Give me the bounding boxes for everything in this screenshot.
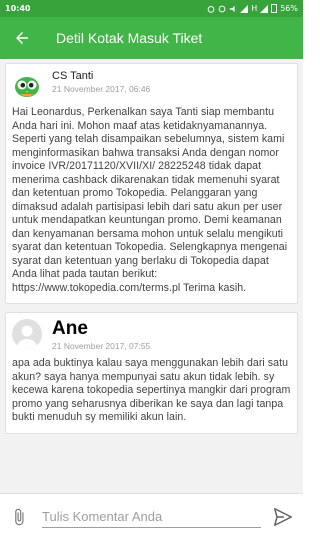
signal-icon <box>240 4 249 13</box>
message-header: CS Tanti 21 November 2017, 06:46 <box>12 70 291 100</box>
network-type: H <box>251 4 258 13</box>
comment-composer <box>0 493 303 540</box>
battery-level: 56% <box>280 4 298 13</box>
message-body: apa ada buktinya kalau saya menggunakan … <box>12 357 291 423</box>
attach-button[interactable] <box>8 506 30 528</box>
cs-avatar-icon <box>12 70 42 100</box>
message-card: Ane 21 November 2017, 07:55 apa ada bukt… <box>5 312 298 434</box>
message-header: Ane 21 November 2017, 07:55 <box>12 319 291 351</box>
message-timestamp: 21 November 2017, 06:46 <box>52 84 151 94</box>
sender-name: CS Tanti <box>52 70 94 82</box>
send-icon <box>274 508 292 526</box>
status-time: 10:40 <box>5 4 31 13</box>
mute-icon <box>230 5 235 12</box>
comment-input[interactable] <box>42 506 261 528</box>
back-button[interactable] <box>10 26 34 50</box>
message-card: CS Tanti 21 November 2017, 06:46 Hai Leo… <box>5 63 298 304</box>
arrow-back-icon <box>16 32 28 44</box>
sender-name: Ane <box>52 318 88 339</box>
sync-icon <box>218 5 226 12</box>
message-body: Hai Leonardus, Perkenalkan saya Tanti si… <box>12 106 288 294</box>
page-title: Detil Kotak Masuk Tiket <box>56 30 203 46</box>
send-button[interactable] <box>271 505 295 529</box>
app-bar: Detil Kotak Masuk Tiket <box>0 17 303 59</box>
alarm-icon <box>207 5 215 13</box>
default-user-avatar-icon <box>12 319 42 349</box>
battery-icon <box>271 4 278 13</box>
signal-strength-icon <box>260 4 269 13</box>
message-timestamp: 21 November 2017, 07:55 <box>52 341 151 351</box>
status-bar: 10:40 H 56% <box>0 0 303 17</box>
ticket-thread[interactable]: CS Tanti 21 November 2017, 06:46 Hai Leo… <box>0 59 303 493</box>
paperclip-icon <box>15 508 24 526</box>
status-icons: H 56% <box>207 4 298 13</box>
